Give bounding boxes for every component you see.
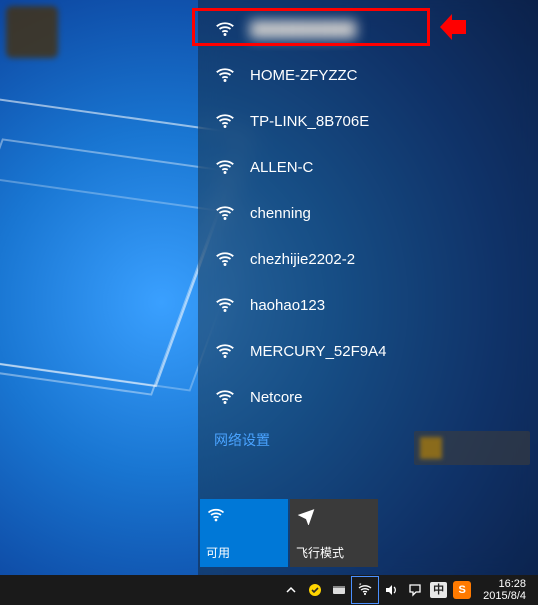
tray-volume-icon[interactable] xyxy=(382,581,400,599)
wifi-ssid: HOME-ZFYZZC xyxy=(250,67,357,84)
wifi-network-item[interactable]: ██████████ xyxy=(198,6,538,52)
tray-security-icon[interactable] xyxy=(306,581,324,599)
quick-action-tiles: 可用 飞行模式 xyxy=(198,497,380,575)
airplane-tile-label: 飞行模式 xyxy=(296,544,372,561)
wifi-network-item[interactable]: chezhijie2202-2 xyxy=(198,236,538,282)
tooltip-icon-blurred xyxy=(420,437,442,459)
tray-action-center-icon[interactable] xyxy=(406,581,424,599)
wifi-network-item[interactable]: haohao123 xyxy=(198,282,538,328)
wifi-icon xyxy=(214,110,236,132)
wifi-ssid: chezhijie2202-2 xyxy=(250,251,355,268)
taskbar: * 中 S 16:28 2015/8/4 xyxy=(0,575,538,605)
wifi-toggle-tile[interactable]: 可用 xyxy=(200,499,288,567)
wifi-ssid: ALLEN-C xyxy=(250,159,313,176)
wifi-ssid: ██████████ xyxy=(250,21,356,38)
wifi-network-item[interactable]: HOME-ZFYZZC xyxy=(198,52,538,98)
tray-sogou-icon[interactable]: S xyxy=(453,581,471,599)
airplane-mode-tile[interactable]: 飞行模式 xyxy=(290,499,378,567)
wifi-network-item[interactable]: TP-LINK_8B706E xyxy=(198,98,538,144)
tray-clock[interactable]: 16:28 2015/8/4 xyxy=(477,578,532,602)
wifi-network-item[interactable]: ALLEN-C xyxy=(198,144,538,190)
wifi-ssid: haohao123 xyxy=(250,297,325,314)
wifi-icon xyxy=(214,340,236,362)
wifi-tile-label: 可用 xyxy=(206,544,282,561)
wifi-icon xyxy=(214,156,236,178)
wifi-network-list: ██████████ HOME-ZFYZZC TP-LINK_8B706E AL… xyxy=(198,0,538,420)
wifi-icon xyxy=(206,505,226,525)
clock-time: 16:28 xyxy=(498,578,526,590)
wifi-ssid: MERCURY_52F9A4 xyxy=(250,343,386,360)
wifi-icon xyxy=(214,18,236,40)
clock-date: 2015/8/4 xyxy=(483,590,526,602)
wifi-network-item[interactable]: Netcore xyxy=(198,374,538,420)
tray-app-icon[interactable] xyxy=(330,581,348,599)
network-flyout: ██████████ HOME-ZFYZZC TP-LINK_8B706E AL… xyxy=(198,0,538,575)
wifi-icon xyxy=(214,248,236,270)
tray-network-icon[interactable]: * xyxy=(354,579,376,601)
tray-chevron-up-icon[interactable] xyxy=(282,581,300,599)
wifi-icon xyxy=(214,64,236,86)
tray-ime-indicator[interactable]: 中 xyxy=(430,582,447,598)
wifi-network-item[interactable]: chenning xyxy=(198,190,538,236)
wifi-ssid: TP-LINK_8B706E xyxy=(250,113,369,130)
wifi-icon xyxy=(214,202,236,224)
airplane-icon xyxy=(296,505,316,525)
desktop-icon-blurred xyxy=(6,6,58,58)
wifi-ssid: Netcore xyxy=(250,389,303,406)
wifi-icon xyxy=(214,294,236,316)
system-tray: * 中 S 16:28 2015/8/4 xyxy=(282,578,538,602)
wifi-icon xyxy=(214,386,236,408)
network-tooltip-blurred xyxy=(414,431,530,465)
wifi-ssid: chenning xyxy=(250,205,311,222)
wifi-network-item[interactable]: MERCURY_52F9A4 xyxy=(198,328,538,374)
